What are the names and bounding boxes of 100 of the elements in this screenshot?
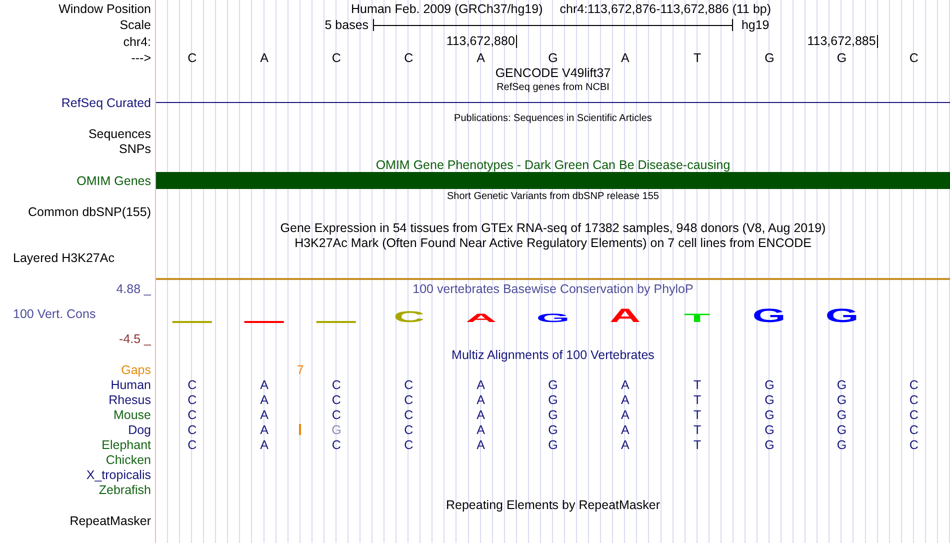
base-letter: T [694,50,702,64]
base-letter: C [188,392,197,406]
base-letter: T [694,378,702,392]
row-label: chr4: [123,34,151,48]
base-letter: T [694,422,702,436]
logo-letter: T [684,311,711,325]
track-label: Layered H3K27Ac [13,250,114,264]
row-label: ---> [131,50,151,64]
base-letter: C [404,438,414,452]
logo-letter: G [824,305,859,327]
base-letter: T [694,408,702,422]
track-label: 100 Vert. Cons [13,306,96,320]
species-label: Mouse [113,408,151,422]
row-label: Scale [120,18,151,32]
base-letter: G [836,378,847,392]
base-letter: C [332,392,341,406]
base-letter: C [909,422,918,436]
species-label: Zebrafish [98,482,151,496]
base-letter: A [476,392,485,406]
base-letter: T [694,438,702,452]
base-letter: G [332,422,342,436]
position-title: chr4:113,672,876-113,672,886 (11 bp) [560,2,772,16]
species-label: Dog [128,422,151,436]
base-letter: G [836,422,847,436]
coordinate-label: 113,672,885 [807,35,878,48]
base-letter: C [404,392,414,406]
base-letter: C [909,408,918,422]
track-label: RepeatMasker [70,514,151,528]
track-label: Common dbSNP(155) [28,205,151,219]
base-letter: A [476,408,485,422]
coordinate-label: 113,672,880 [446,35,517,48]
base-letter: C [909,378,918,392]
base-letter: G [764,438,774,452]
track-title: GENCODE V49lift37 [495,66,611,80]
base-letter: A [260,378,268,392]
base-letter: A [476,50,485,64]
species-label: Elephant [102,438,151,452]
base-letter: G [764,422,774,436]
base-letter: C [188,378,197,392]
base-letter: A [260,50,268,64]
base-letter: A [621,392,630,406]
assembly-label: hg19 [740,18,770,32]
base-letter: A [476,438,485,452]
base-letter: C [404,378,414,392]
scale-label: 5 bases [324,18,370,32]
track-label: SNPs [119,142,151,156]
track-label: OMIM Genes [76,174,151,188]
track-label: Sequences [88,126,151,140]
base-letter: A [260,392,268,406]
base-letter: G [764,408,774,422]
track-title: Publications: Sequences in Scientific Articles [454,112,652,124]
track-title: Repeating Elements by RepeatMasker [446,498,660,512]
species-label: X_tropicalis [86,468,151,482]
base-letter: C [404,408,414,422]
base-letter: G [548,378,558,392]
axis-max-label: 4.88 _ [116,282,151,296]
base-letter: G [836,438,847,452]
base-letter: G [548,50,558,64]
base-letter: G [764,378,774,392]
track-title: Multiz Alignments of 100 Vertebrates [452,348,654,362]
base-letter: A [621,378,630,392]
track-title: Gene Expression in 54 tissues from GTEx RNA-seq of 17382 samples, 948 donors (V8, Aug 2019) [280,221,826,235]
base-letter: G [836,50,847,64]
logo-letter: C [393,308,424,326]
base-letter: C [404,50,414,64]
base-letter: G [836,408,847,422]
species-label: Rhesus [108,392,151,406]
base-letter: C [332,378,341,392]
logo-letter: G [536,311,570,325]
base-letter: G [764,392,774,406]
base-letter: G [548,408,558,422]
track-title: OMIM Gene Phenotypes - Dark Green Can Be Disease-causing [376,158,730,172]
base-letter: G [548,438,558,452]
base-letter: A [260,422,268,436]
gap-count: 7 [296,362,304,376]
track-label: Gaps [121,362,151,376]
base-letter: C [909,50,918,64]
base-letter: C [909,438,918,452]
base-letter: C [404,422,414,436]
base-letter: C [332,408,341,422]
base-letter: T [694,392,702,406]
base-letter: C [188,50,197,64]
axis-min-label: -4.5 _ [119,332,151,346]
track-title: Short Genetic Variants from dbSNP release 155 [447,191,659,202]
logo-letter: A [465,311,496,325]
base-letter: G [548,392,558,406]
base-letter: A [260,438,268,452]
logo-letter: G [752,305,786,327]
base-letter: A [260,408,268,422]
base-letter: A [621,50,630,64]
base-letter: A [621,438,630,452]
logo-letter: A [610,305,641,327]
track-title: RefSeq genes from NCBI [496,82,610,93]
base-letter: G [548,422,558,436]
track-title: 100 vertebrates Basewise Conservation by PhyloP [412,282,694,296]
species-label: Human [110,378,151,392]
row-label: Window Position [58,2,151,16]
base-letter: A [621,422,630,436]
base-letter: A [621,408,630,422]
species-label: Chicken [106,452,151,466]
